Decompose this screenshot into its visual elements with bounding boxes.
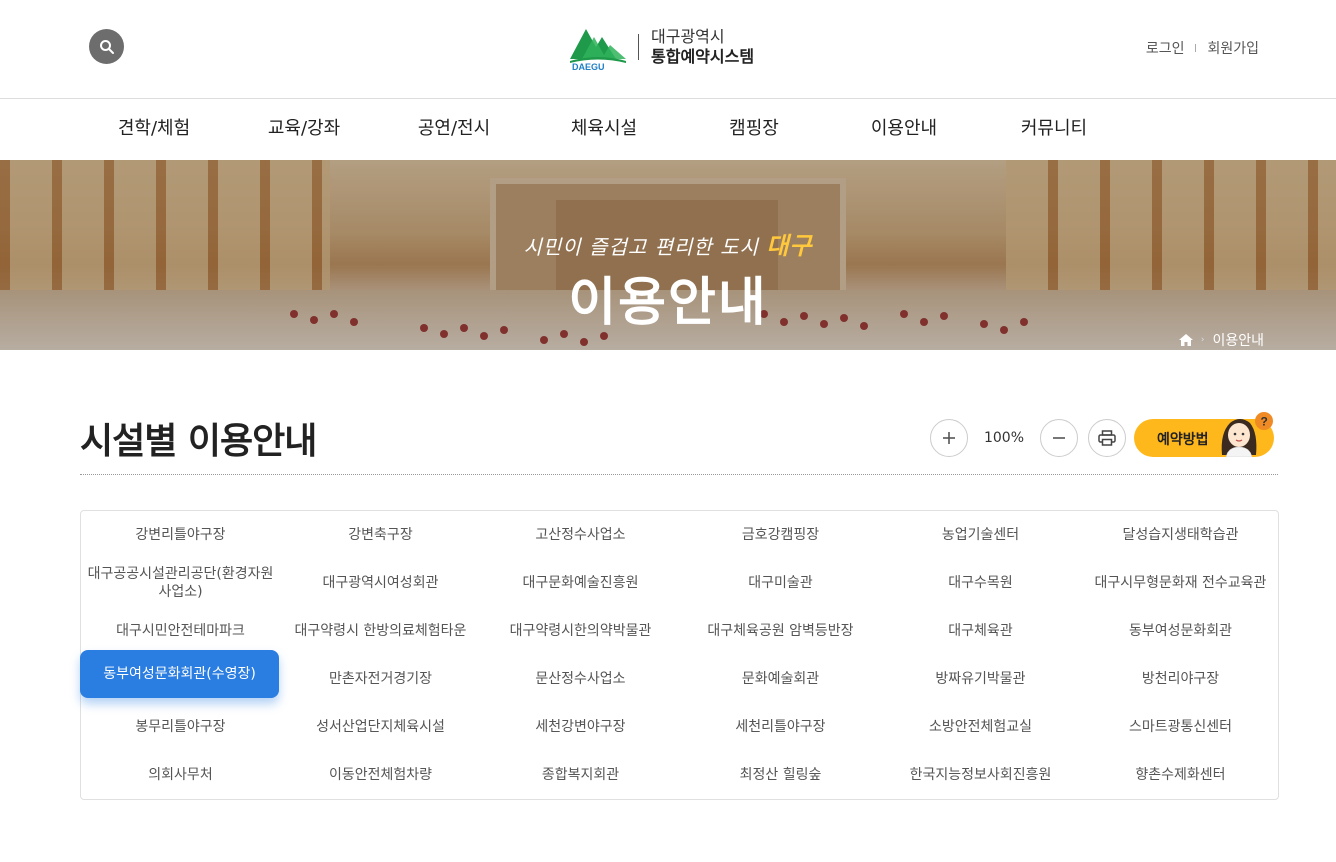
page-tools: 100% <box>930 419 1126 457</box>
print-button[interactable] <box>1088 419 1126 457</box>
nav-camping[interactable]: 캠핑장 <box>704 99 804 160</box>
nav-education-lecture[interactable]: 교육/강좌 <box>254 99 354 160</box>
facility-item[interactable]: 성서산업단지체육시설 <box>281 703 480 751</box>
facility-item[interactable]: 방짜유기박물관 <box>881 655 1080 703</box>
facility-item[interactable]: 대구수목원 <box>881 559 1080 607</box>
main-navigation: 견학/체험 교육/강좌 공연/전시 체육시설 캠핑장 이용안내 커뮤니티 <box>0 98 1336 160</box>
facility-item[interactable]: 달성습지생태학습관 <box>1081 511 1280 559</box>
facility-item[interactable]: 최정산 힐링숲 <box>681 751 880 799</box>
reservation-guide-button[interactable]: 예약방법 ? <box>1134 412 1274 457</box>
logo-text: 대구광역시 통합예약시스템 <box>651 27 754 67</box>
banner-subtitle-text: 시민이 즐겁고 편리한 도시 <box>523 235 759 259</box>
facility-item[interactable]: 종합복지회관 <box>481 751 680 799</box>
facility-item[interactable]: 향촌수제화센터 <box>1081 751 1280 799</box>
login-link[interactable]: 로그인 <box>1146 38 1185 58</box>
page-title: 시설별 이용안내 <box>80 421 317 462</box>
guide-character-icon: ? <box>1221 412 1273 457</box>
banner-title: 이용안내 <box>568 273 768 333</box>
facility-item[interactable]: 문화예술회관 <box>681 655 880 703</box>
zoom-out-button[interactable] <box>1040 419 1078 457</box>
facility-item[interactable]: 대구체육공원 암벽등반장 <box>681 607 880 655</box>
utility-menu: 로그인 회원가입 <box>1146 38 1259 58</box>
search-icon <box>99 39 114 54</box>
facility-item[interactable]: 대구문화예술진흥원 <box>481 559 680 607</box>
banner-subtitle: 시민이 즐겁고 편리한 도시 대구 <box>0 226 1336 261</box>
utility-divider <box>1195 44 1197 52</box>
site-header: DAEGU 대구광역시 통합예약시스템 로그인 회원가입 <box>0 0 1336 98</box>
daegu-logo-mark: DAEGU <box>568 23 628 72</box>
minus-icon <box>1053 437 1065 439</box>
facility-item[interactable]: 고산정수사업소 <box>481 511 680 559</box>
zoom-level: 100% <box>983 430 1025 446</box>
facility-item[interactable]: 의회사무처 <box>81 751 280 799</box>
facility-item[interactable]: 방천리야구장 <box>1081 655 1280 703</box>
svg-text:?: ? <box>1261 415 1268 429</box>
plus-icon <box>943 432 955 444</box>
site-logo[interactable]: DAEGU 대구광역시 통합예약시스템 <box>568 22 754 72</box>
nav-tour-experience[interactable]: 견학/체험 <box>104 99 204 160</box>
facility-item[interactable]: 금호강캠핑장 <box>681 511 880 559</box>
facility-item[interactable]: 스마트광통신센터 <box>1081 703 1280 751</box>
facility-grid: 강변리틀야구장 강변축구장 고산정수사업소 금호강캠핑장 농업기술센터 달성습지생태학습관… <box>80 511 1280 801</box>
nav-community[interactable]: 커뮤니티 <box>1004 99 1104 160</box>
search-button[interactable] <box>89 29 124 64</box>
breadcrumb-arrow-icon: › <box>1200 335 1205 345</box>
printer-icon <box>1098 430 1116 446</box>
facility-item[interactable]: 세천리틀야구장 <box>681 703 880 751</box>
nav-sports-facility[interactable]: 체육시설 <box>554 99 654 160</box>
zoom-in-button[interactable] <box>930 419 968 457</box>
facility-item[interactable]: 동부여성문화회관 <box>1081 607 1280 655</box>
facility-item[interactable]: 대구시민안전테마파크 <box>81 607 280 655</box>
home-icon[interactable] <box>1178 334 1193 346</box>
facility-item[interactable]: 대구미술관 <box>681 559 880 607</box>
facility-item[interactable]: 대구약령시 한방의료체험타운 <box>281 607 480 655</box>
join-link[interactable]: 회원가입 <box>1207 38 1259 58</box>
facility-list: 강변리틀야구장 강변축구장 고산정수사업소 금호강캠핑장 농업기술센터 달성습지생태학습관… <box>80 510 1279 800</box>
facility-item-active[interactable]: 동부여성문화회관(수영장) <box>80 650 279 698</box>
facility-item[interactable]: 대구광역시여성회관 <box>281 559 480 607</box>
facility-item[interactable]: 농업기술센터 <box>881 511 1080 559</box>
logo-small-text: DAEGU <box>572 62 605 71</box>
breadcrumb: › 이용안내 <box>1178 330 1264 350</box>
facility-item[interactable]: 대구시무형문화재 전수교육관 <box>1081 559 1280 607</box>
breadcrumb-current[interactable]: 이용안내 <box>1212 330 1264 350</box>
banner-subtitle-accent: 대구 <box>766 232 813 260</box>
facility-item[interactable]: 봉무리틀야구장 <box>81 703 280 751</box>
reservation-guide-label: 예약방법 <box>1157 432 1209 448</box>
logo-system-name: 통합예약시스템 <box>651 47 755 66</box>
facility-item[interactable]: 한국지능정보사회진흥원 <box>881 751 1080 799</box>
facility-item[interactable]: 이동안전체험차량 <box>281 751 480 799</box>
sub-visual-banner: 시민이 즐겁고 편리한 도시 대구 이용안내 › 이용안내 <box>0 160 1336 350</box>
logo-city-name: 대구광역시 <box>651 27 725 46</box>
facility-item[interactable]: 문산정수사업소 <box>481 655 680 703</box>
facility-item[interactable]: 소방안전체험교실 <box>881 703 1080 751</box>
title-divider <box>80 474 1278 475</box>
logo-divider <box>638 34 639 60</box>
facility-item[interactable]: 대구공공시설관리공단(환경자원사업소) <box>81 559 280 607</box>
facility-item[interactable]: 강변리틀야구장 <box>81 511 280 559</box>
facility-item[interactable]: 대구체육관 <box>881 607 1080 655</box>
facility-item[interactable]: 대구약령시한의약박물관 <box>481 607 680 655</box>
nav-usage-guide[interactable]: 이용안내 <box>854 99 954 160</box>
facility-item[interactable]: 세천강변야구장 <box>481 703 680 751</box>
facility-item[interactable]: 강변축구장 <box>281 511 480 559</box>
nav-performance-exhibition[interactable]: 공연/전시 <box>404 99 504 160</box>
facility-item[interactable]: 만촌자전거경기장 <box>281 655 480 703</box>
